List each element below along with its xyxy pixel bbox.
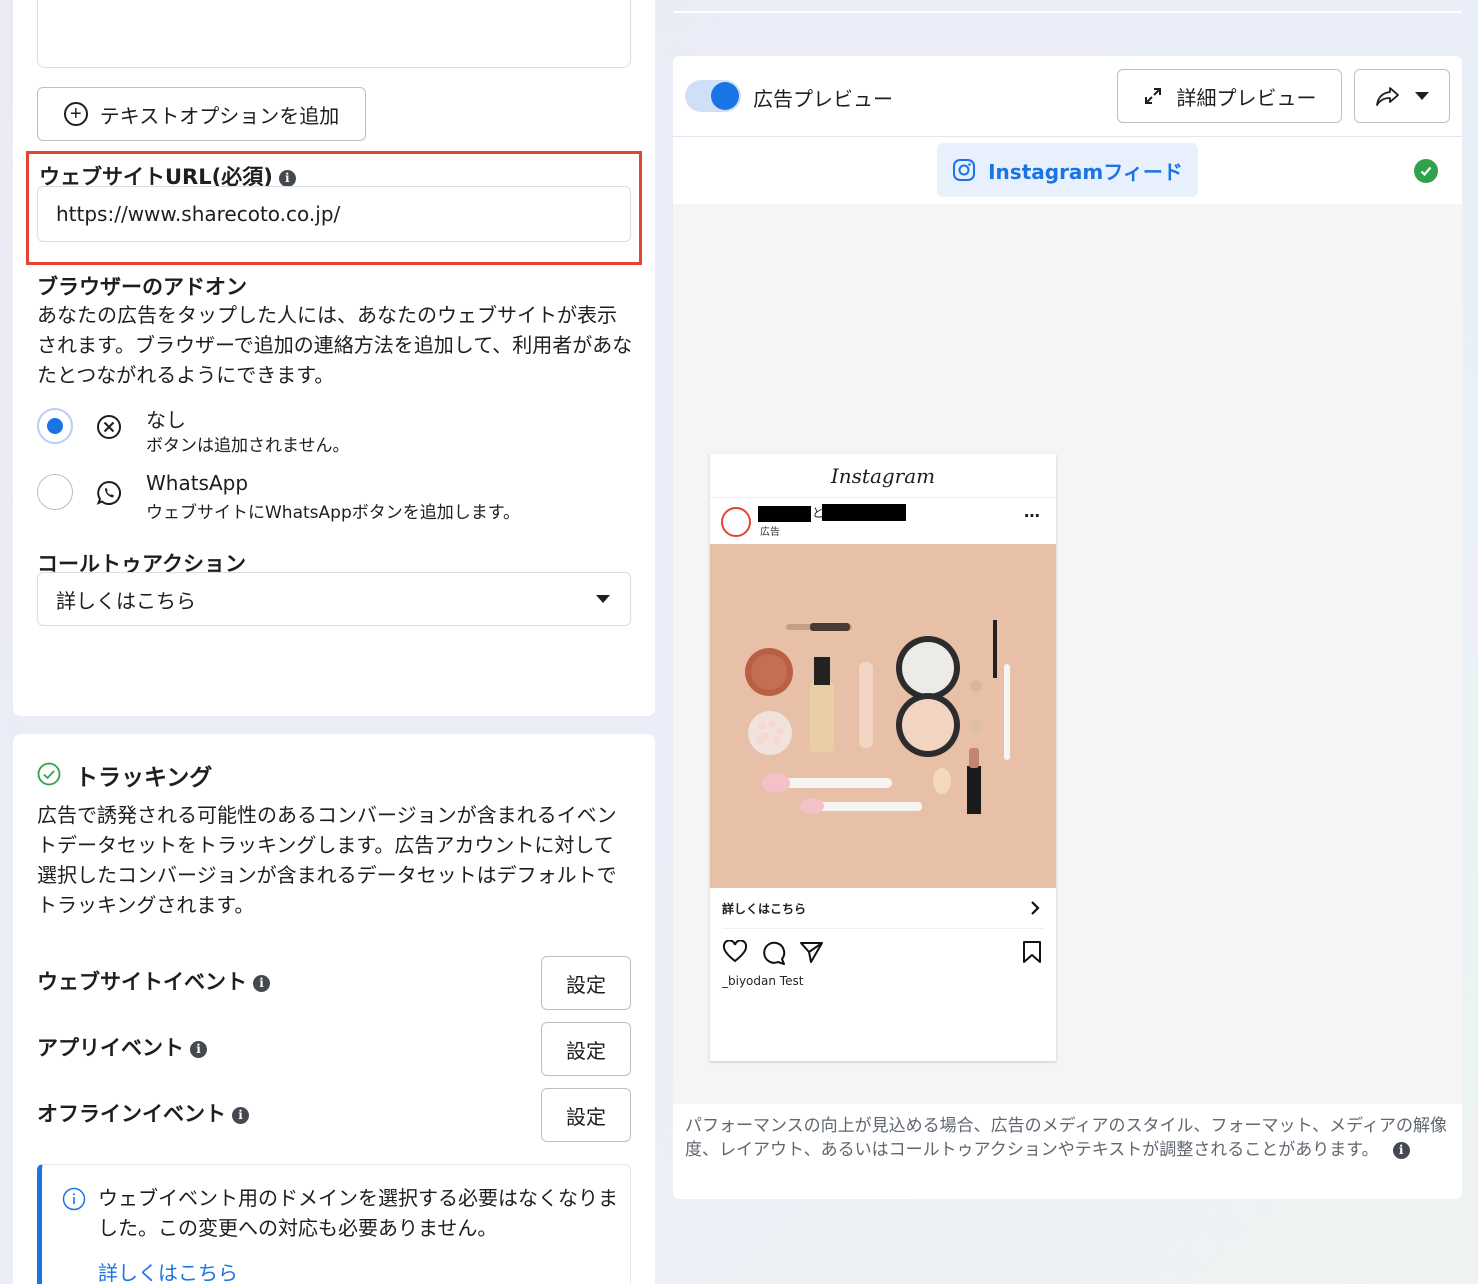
- placement-ok-icon: [1414, 159, 1438, 183]
- share-icon: [1376, 87, 1399, 106]
- post-image: [710, 544, 1056, 888]
- browser-addon-description: あなたの広告をタップした人には、あなたのウェブサイトが表示されます。ブラウザーで…: [37, 303, 633, 387]
- instagram-icon: [953, 159, 976, 181]
- expand-icon: [1144, 88, 1161, 104]
- notice-learn-more-link[interactable]: 詳しくはこちら: [98, 1257, 238, 1284]
- text-input-area[interactable]: [37, 0, 631, 68]
- website-events-settings-button[interactable]: 設定: [541, 956, 631, 1010]
- instagram-feed-mock: Instagram と 広告 ⋯ 詳しくはこちら _biyodan Test: [710, 454, 1056, 1061]
- heart-icon[interactable]: [722, 940, 748, 964]
- app-events-settings-button[interactable]: 設定: [541, 1022, 631, 1076]
- app-events-label: アプリイベント i: [37, 1032, 207, 1062]
- instagram-logo: Instagram: [710, 454, 1056, 498]
- caption-username: _biyodan Test: [722, 974, 804, 988]
- redacted-account-name: [758, 506, 811, 522]
- detail-preview-button[interactable]: 詳細プレビュー: [1117, 69, 1342, 123]
- add-text-option-button[interactable]: + テキストオプションを追加: [37, 87, 366, 141]
- option-whatsapp-sub: ウェブサイトにWhatsAppボタンを追加します。: [146, 503, 521, 523]
- option-none-sub: ボタンは追加されません。: [146, 436, 350, 456]
- placement-tab-instagram-feed[interactable]: Instagramフィード: [937, 143, 1198, 197]
- offline-events-settings-button[interactable]: 設定: [541, 1088, 631, 1142]
- domain-notice: ウェブイベント用のドメインを選択する必要はなくなりました。この変更への対応も必要…: [37, 1164, 631, 1284]
- browser-addon-title: ブラウザーのアドオン: [37, 275, 247, 299]
- share-menu-button[interactable]: [1354, 69, 1450, 123]
- info-icon[interactable]: i: [190, 1040, 207, 1058]
- whatsapp-icon: [96, 480, 121, 505]
- notice-text: ウェブイベント用のドメインを選択する必要はなくなりました。この変更への対応も必要…: [98, 1186, 618, 1240]
- info-icon[interactable]: i: [1392, 1141, 1410, 1159]
- info-outline-icon: [62, 1187, 86, 1211]
- bookmark-icon[interactable]: [1021, 940, 1043, 964]
- caret-down-icon: [596, 595, 610, 603]
- more-options-icon[interactable]: ⋯: [1024, 506, 1041, 525]
- website-events-label: ウェブサイトイベント i: [37, 966, 270, 996]
- option-none-title: なし: [146, 408, 186, 432]
- tracking-card: トラッキング 広告で誘発される可能性のあるコンバージョンが含まれるイベントデータ…: [13, 734, 655, 1284]
- preview-disclaimer: パフォーマンスの向上が見込める場合、広告のメディアのスタイル、フォーマット、メデ…: [685, 1116, 1447, 1160]
- check-circle-icon: [37, 762, 61, 786]
- cta-select[interactable]: 詳しくはこちら: [37, 572, 631, 626]
- tracking-title: トラッキング: [75, 765, 213, 791]
- ad-preview-panel: 広告プレビュー 詳細プレビュー Instagram と 広告 ⋯ 詳しくはこちら…: [673, 56, 1462, 1199]
- caret-down-icon: [1415, 92, 1429, 100]
- radio-none[interactable]: [37, 408, 73, 444]
- redacted-account-name: [822, 504, 906, 521]
- info-icon[interactable]: i: [253, 974, 270, 992]
- chevron-right-icon[interactable]: [1028, 900, 1042, 916]
- comment-icon[interactable]: [761, 940, 787, 966]
- url-highlight-frame: [26, 151, 642, 265]
- tracking-description: 広告で誘発される可能性のあるコンバージョンが含まれるイベントデータセットをトラッ…: [37, 803, 617, 917]
- sponsored-label: 広告: [760, 527, 780, 538]
- radio-whatsapp[interactable]: [37, 474, 73, 510]
- send-icon[interactable]: [799, 940, 825, 964]
- avatar: [721, 507, 751, 537]
- divider: [674, 11, 1462, 13]
- plus-circle-icon: +: [63, 102, 88, 126]
- ad-preview-label: 広告プレビュー: [753, 87, 893, 111]
- x-circle-icon: [97, 415, 121, 439]
- cta-bar-label[interactable]: 詳しくはこちら: [722, 900, 806, 917]
- ad-creative-card: + テキストオプションを追加 ウェブサイトURL(必須) i https://ww…: [13, 0, 655, 716]
- info-icon[interactable]: i: [232, 1106, 249, 1124]
- ad-preview-toggle[interactable]: [685, 80, 741, 112]
- preview-canvas: Instagram と 広告 ⋯ 詳しくはこちら _biyodan Test: [673, 204, 1462, 1104]
- offline-events-label: オフラインイベント i: [37, 1098, 249, 1128]
- option-whatsapp-title: WhatsApp: [146, 471, 249, 495]
